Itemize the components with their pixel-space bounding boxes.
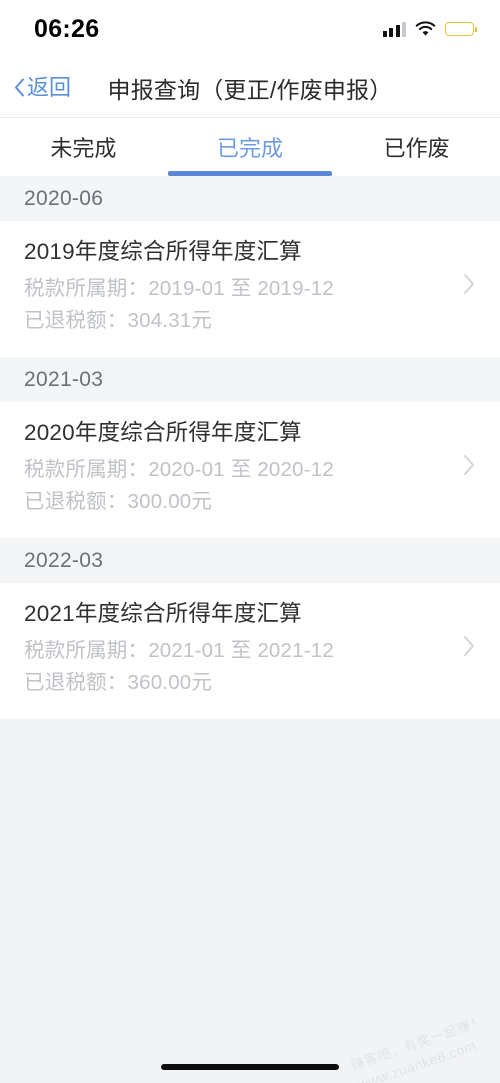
list-item-period: 税款所属期：2020-01 至 2020-12 (24, 458, 334, 482)
cellular-signal-icon (382, 21, 406, 37)
list-item-body: 2019年度综合所得年度汇算 税款所属期：2019-01 至 2019-12 已… (24, 237, 452, 337)
chevron-right-icon (452, 453, 476, 482)
wifi-icon (415, 21, 436, 37)
chevron-right-icon (452, 634, 476, 663)
list-item[interactable]: 2020年度综合所得年度汇算 税款所属期：2020-01 至 2020-12 已… (0, 401, 500, 538)
home-indicator[interactable] (161, 1064, 339, 1070)
navigation-bar: 返回 申报查询（更正/作废申报） (0, 58, 500, 118)
section-header: 2022-03 (0, 537, 500, 583)
tab-unfinished[interactable]: 未完成 (0, 118, 167, 176)
list-item-amount: 已退税额：360.00元 (24, 670, 213, 694)
tab-unfinished-label: 未完成 (50, 136, 117, 161)
tab-voided[interactable]: 已作废 (333, 118, 500, 176)
chevron-right-icon (452, 272, 476, 301)
list-item-title: 2020年度综合所得年度汇算 (24, 419, 302, 445)
tab-completed-label: 已完成 (217, 136, 284, 161)
tab-voided-label: 已作废 (383, 136, 450, 161)
page-title: 申报查询（更正/作废申报） (107, 76, 393, 103)
list-item-body: 2021年度综合所得年度汇算 税款所属期：2021-01 至 2021-12 已… (24, 599, 452, 699)
status-bar: 06:26 (0, 0, 500, 58)
tab-completed[interactable]: 已完成 (167, 118, 334, 176)
back-button-label: 返回 (27, 74, 72, 100)
list-item-period: 税款所属期：2021-01 至 2021-12 (24, 639, 334, 663)
tab-bar: 未完成 已完成 已作废 (0, 118, 500, 176)
list-item-title: 2019年度综合所得年度汇算 (24, 239, 302, 264)
list-item-amount: 已退税额：304.31元 (24, 309, 213, 333)
chevron-left-icon (14, 78, 25, 97)
phone-screen: 06:26 返回 申报查询（更正/作废申报） 未完成 已完成 已作废 2020-… (0, 0, 500, 1083)
section-header: 2021-03 (0, 356, 500, 402)
battery-icon (445, 22, 477, 36)
back-button[interactable]: 返回 (14, 74, 72, 100)
list-item[interactable]: 2021年度综合所得年度汇算 税款所属期：2021-01 至 2021-12 已… (0, 582, 500, 719)
list-item-title: 2021年度综合所得年度汇算 (24, 600, 302, 626)
status-bar-icons (382, 21, 477, 37)
section-header: 2020-06 (0, 176, 500, 221)
home-indicator-area (0, 1051, 500, 1083)
list-item-period: 税款所属期：2019-01 至 2019-12 (24, 277, 334, 301)
list-item-amount: 已退税额：300.00元 (24, 490, 213, 514)
status-bar-time: 06:26 (34, 14, 100, 43)
list-item[interactable]: 2019年度综合所得年度汇算 税款所属期：2019-01 至 2019-12 已… (0, 221, 500, 357)
declaration-list[interactable]: 2020-06 2019年度综合所得年度汇算 税款所属期：2019-01 至 2… (0, 176, 500, 1051)
list-item-body: 2020年度综合所得年度汇算 税款所属期：2020-01 至 2020-12 已… (24, 418, 452, 518)
